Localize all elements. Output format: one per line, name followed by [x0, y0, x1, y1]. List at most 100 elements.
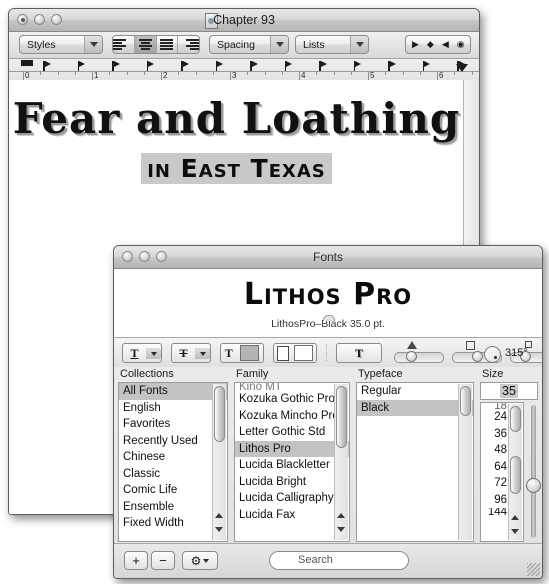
- list-item[interactable]: Comic Life: [119, 482, 227, 499]
- ruler-subtick: [74, 71, 76, 75]
- list-item[interactable]: Letter Gothic Std: [235, 424, 349, 441]
- family-list[interactable]: Kino MT Kozuka Gothic Pro Kozuka Mincho …: [234, 382, 350, 542]
- collections-scrollbar[interactable]: [212, 384, 226, 540]
- ruler-subtick: [316, 71, 318, 75]
- collections-column: Collections All Fonts English Favorites …: [118, 367, 228, 544]
- subhead-text: in East Texas: [141, 153, 332, 184]
- list-item[interactable]: Kozuka Gothic Pro: [235, 391, 349, 408]
- shadow-opacity-icon: [407, 341, 417, 349]
- document-color-swatch[interactable]: [294, 345, 314, 361]
- scrollbar-thumb[interactable]: [460, 386, 471, 416]
- slider-knob[interactable]: [472, 351, 483, 362]
- resize-grip[interactable]: [527, 563, 540, 576]
- size-scrollbar[interactable]: [508, 404, 522, 540]
- styles-popup[interactable]: Styles: [19, 35, 103, 54]
- size-slider[interactable]: [526, 405, 541, 538]
- align-center-button[interactable]: [134, 36, 157, 53]
- text-color-button[interactable]: T: [220, 343, 264, 363]
- scrollbar-thumb[interactable]: [214, 386, 225, 442]
- scroll-up-icon[interactable]: [511, 515, 519, 520]
- list-item[interactable]: Black: [357, 399, 473, 416]
- align-left-button[interactable]: [113, 36, 135, 53]
- list-item[interactable]: Lucida Fax: [235, 507, 349, 524]
- preview-resize-grip[interactable]: [323, 315, 335, 321]
- family-header: Family: [236, 368, 269, 380]
- scroll-up-icon[interactable]: [215, 513, 223, 518]
- size-input[interactable]: 35: [480, 382, 538, 400]
- collections-list[interactable]: All Fonts English Favorites Recently Use…: [118, 382, 228, 542]
- ruler-baseline: [9, 71, 479, 72]
- play-icon[interactable]: ▶: [412, 39, 419, 50]
- ruler-subtick: [126, 71, 128, 75]
- document-titlebar[interactable]: Chapter 93: [9, 9, 479, 32]
- record-icon[interactable]: ◉: [457, 39, 465, 50]
- list-item[interactable]: All Fonts: [119, 383, 227, 400]
- chevron-down-icon: [203, 559, 210, 566]
- text-color-swatch[interactable]: [240, 345, 260, 361]
- scrollbar-thumb[interactable]: [510, 406, 521, 432]
- typeface-list[interactable]: Regular Black: [356, 382, 474, 542]
- list-item[interactable]: Favorites: [119, 416, 227, 433]
- size-slider-knob[interactable]: [526, 478, 541, 494]
- action-menu-button[interactable]: ⚙: [182, 551, 218, 570]
- diamond-icon[interactable]: ◆: [427, 39, 434, 50]
- ruler-number: 3: [232, 71, 237, 80]
- shadow-icon: T: [354, 345, 363, 360]
- list-item[interactable]: Ensemble: [119, 499, 227, 516]
- typeface-scrollbar[interactable]: [458, 384, 472, 540]
- list-item[interactable]: Kino MT: [235, 383, 349, 391]
- slider-knob[interactable]: [406, 351, 417, 362]
- strikethrough-icon: T: [179, 345, 188, 360]
- size-list[interactable]: 18 24 36 48 64 72 96 144: [480, 402, 524, 542]
- chevron-down-icon[interactable]: [195, 347, 210, 359]
- list-item[interactable]: Classic: [119, 466, 227, 483]
- shadow-opacity-slider[interactable]: [394, 351, 444, 363]
- alignment-segmented-control[interactable]: [112, 35, 200, 54]
- list-item[interactable]: Fixed Width: [119, 515, 227, 532]
- align-right-button[interactable]: [178, 36, 199, 53]
- scroll-down-icon[interactable]: [215, 527, 223, 532]
- list-item[interactable]: Lucida Blackletter: [235, 457, 349, 474]
- list-item[interactable]: Regular: [357, 383, 473, 400]
- ruler-subtick: [333, 71, 335, 75]
- headline-text: Fear and Loathing: [12, 94, 461, 143]
- scroll-up-icon[interactable]: [337, 513, 345, 518]
- ruler-subtick: [143, 71, 145, 75]
- toolbar-divider: [326, 344, 327, 362]
- list-item[interactable]: Lucida Bright: [235, 474, 349, 491]
- lists-popup[interactable]: Lists: [295, 35, 369, 54]
- list-item[interactable]: Kozuka Mincho Pro: [235, 408, 349, 425]
- family-scrollbar[interactable]: [334, 384, 348, 540]
- list-item[interactable]: Lucida Calligraphy: [235, 490, 349, 507]
- ruler[interactable]: 0 1 2 3 4 5 6: [9, 59, 479, 82]
- strikethrough-button[interactable]: T: [171, 343, 211, 363]
- list-item[interactable]: Recently Used: [119, 433, 227, 450]
- list-item[interactable]: Chinese: [119, 449, 227, 466]
- fonts-titlebar[interactable]: Fonts: [114, 246, 542, 269]
- scrollbar-thumb-active[interactable]: [510, 456, 521, 494]
- list-item[interactable]: Lithos Pro: [235, 440, 349, 457]
- size-value: 35: [500, 384, 518, 398]
- navigation-button-group[interactable]: ▶ ◆ ◀ ◉: [405, 35, 471, 54]
- spacing-popup[interactable]: Spacing: [209, 35, 289, 54]
- shadow-angle-dial[interactable]: [484, 346, 501, 363]
- shadow-blur-icon: [466, 341, 475, 350]
- align-justify-button[interactable]: [157, 36, 179, 53]
- left-indent-marker[interactable]: [21, 60, 33, 66]
- add-collection-button[interactable]: +: [124, 551, 148, 570]
- ruler-subtick: [247, 71, 249, 75]
- search-input[interactable]: Search: [269, 551, 409, 570]
- ruler-number: 4: [301, 71, 306, 80]
- list-item[interactable]: English: [119, 400, 227, 417]
- chevron-down-icon[interactable]: [146, 347, 161, 359]
- scrollbar-thumb[interactable]: [336, 386, 347, 448]
- document-color-button[interactable]: [273, 343, 317, 363]
- text-shadow-button[interactable]: T: [336, 343, 382, 363]
- scroll-down-icon[interactable]: [337, 527, 345, 532]
- remove-collection-button[interactable]: −: [151, 551, 175, 570]
- shadow-angle-value: 315°: [505, 347, 528, 359]
- underline-button[interactable]: T: [122, 343, 162, 363]
- chevron-down-icon: [350, 36, 368, 53]
- back-icon[interactable]: ◀: [442, 39, 449, 50]
- scroll-down-icon[interactable]: [511, 529, 519, 534]
